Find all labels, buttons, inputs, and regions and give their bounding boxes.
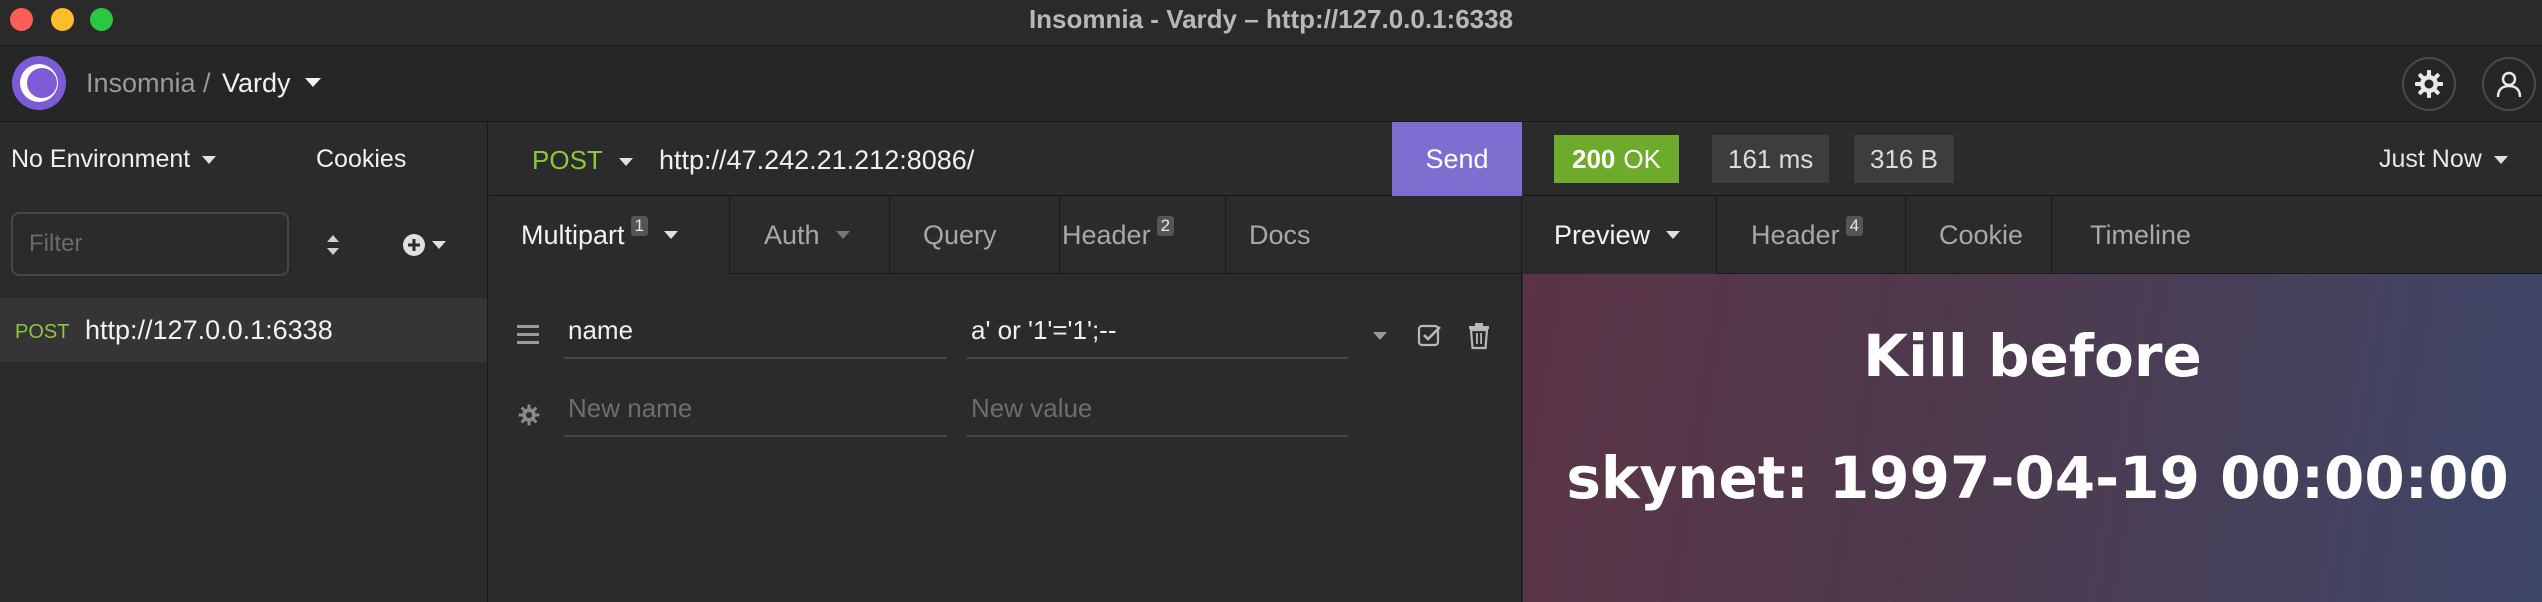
chevron-down-icon [432,241,446,249]
drag-handle-icon[interactable] [517,325,539,349]
count-badge: 2 [1156,216,1175,236]
response-time-badge: 161 ms [1712,135,1830,183]
tab-preview[interactable]: Preview [1523,196,1717,274]
breadcrumb-workspace[interactable]: Insomnia [86,68,196,99]
chevron-down-icon [835,231,850,239]
status-text: OK [1623,143,1661,174]
method-label: POST [532,145,603,175]
chevron-down-icon [1666,231,1681,239]
app-header: Insomnia / Vardy [0,46,2542,122]
insomnia-logo-icon[interactable] [12,56,66,110]
chevron-down-icon [2493,156,2508,165]
request-list-item[interactable]: POST http://127.0.0.1:6338 [0,298,487,362]
param-name-field[interactable]: name [564,307,947,359]
environment-dropdown[interactable]: No Environment [11,145,217,174]
response-pane: 200 OK 161 ms 316 B Just Now Preview Head… [1523,122,2542,602]
user-icon [2496,71,2522,98]
tab-docs[interactable]: Docs [1249,196,1311,274]
tab-query[interactable]: Query [923,196,997,274]
chevron-down-icon [664,231,678,239]
tab-label: Preview [1554,219,1651,250]
request-url-label: http://127.0.0.1:6338 [85,315,333,345]
tab-multipart[interactable]: Multipart 1 [489,196,730,274]
tab-timeline[interactable]: Timeline [2090,196,2191,274]
breadcrumb-project[interactable]: Vardy [222,68,291,99]
status-code: 200 [1572,143,1616,174]
tab-label: Docs [1249,219,1311,250]
plus-circle-icon [403,234,425,256]
tab-label: Cookie [1939,219,2024,250]
param-row: name a' or '1'='1';-- [489,302,1522,372]
method-dropdown[interactable]: POST [532,145,633,176]
new-name-field[interactable]: New name [564,385,947,437]
tab-header[interactable]: Header 2 [1062,196,1175,274]
request-pane: POST http://47.242.21.212:8086/ Send Mul… [489,122,1522,602]
response-size-badge: 316 B [1854,135,1954,183]
status-badge: 200 OK [1554,135,1679,183]
response-history-dropdown[interactable]: Just Now [2379,145,2508,174]
count-badge: 1 [630,216,648,236]
url-input[interactable]: http://47.242.21.212:8086/ [659,145,974,176]
count-badge: 4 [1845,216,1864,236]
tab-label: Timeline [2090,219,2192,250]
add-request-button[interactable] [402,230,456,260]
environment-label: No Environment [11,145,191,173]
chevron-down-icon[interactable] [305,78,321,87]
url-bar: POST http://47.242.21.212:8086/ Send [489,122,1522,196]
trash-icon[interactable] [1467,322,1491,350]
new-param-row: New name New value [489,380,1522,450]
tab-label: Query [923,219,997,250]
new-value-field[interactable]: New value [967,385,1348,437]
title-bar: Insomnia - Vardy – http://127.0.0.1:6338 [0,0,2542,46]
settings-button[interactable] [2402,57,2456,111]
request-tabs: Multipart 1 Auth Query Header 2 Docs [489,196,1522,274]
tab-label: Multipart [521,219,625,250]
chevron-down-icon [202,156,217,165]
cookies-button[interactable]: Cookies [316,145,406,174]
sidebar: No Environment Cookies POST http://127.0… [0,122,488,602]
tab-response-header[interactable]: Header 4 [1751,196,1864,274]
response-tabs: Preview Header 4 Cookie Timeline [1523,196,2542,274]
request-method-badge: POST [15,321,70,343]
gear-icon [2415,70,2443,98]
preview-text-line: skynet: 1997-04-19 00:00:00 [1566,444,2509,512]
preview-text-line: Kill before [1863,322,2202,390]
sort-button[interactable] [318,230,348,260]
response-status-bar: 200 OK 161 ms 316 B Just Now [1523,122,2542,196]
tab-auth[interactable]: Auth [764,196,850,274]
window-title: Insomnia - Vardy – http://127.0.0.1:6338 [1028,4,1514,34]
history-label: Just Now [2379,145,2482,173]
gear-icon[interactable] [517,403,541,427]
send-button[interactable]: Send [1392,122,1522,196]
tab-label: Header [1751,219,1840,250]
sort-icon [327,235,339,255]
breadcrumb-separator: / [203,68,211,98]
chevron-down-icon[interactable] [1373,332,1387,340]
filter-input[interactable] [11,212,289,276]
response-preview: Kill before skynet: 1997-04-19 00:00:00 [1523,274,2542,602]
chevron-down-icon [618,158,633,167]
tab-cookie[interactable]: Cookie [1939,196,2023,274]
tab-label: Header [1062,219,1151,250]
checkbox-checked-icon[interactable] [1417,323,1443,349]
param-value-field[interactable]: a' or '1'='1';-- [967,307,1348,359]
tab-label: Auth [764,219,820,250]
account-button[interactable] [2482,57,2536,111]
